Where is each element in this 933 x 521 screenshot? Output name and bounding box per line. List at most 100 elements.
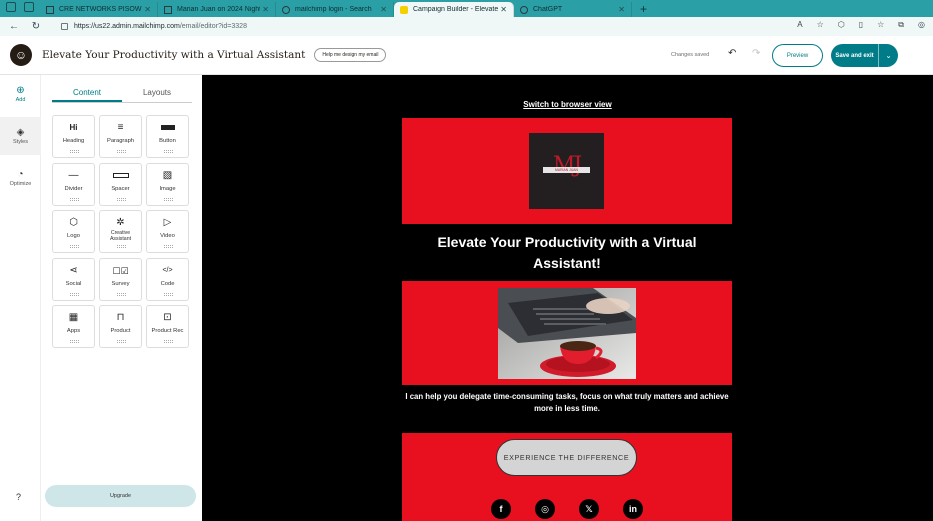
favorite-star-icon[interactable]: ☆ <box>817 20 824 30</box>
left-rail: ⊕ Add ◈ Styles ◔ Optimize ? <box>0 75 41 521</box>
save-status: Changes saved <box>671 52 710 58</box>
x-icon[interactable]: 𝕏 <box>579 499 599 519</box>
drag-handle[interactable] <box>117 293 126 296</box>
split-screen-icon[interactable]: ▯ <box>859 20 863 30</box>
collections-icon[interactable]: ⧉ <box>898 20 904 30</box>
browser-tab[interactable]: Marian Juan on 2024 Night Batch ✕ <box>158 2 276 17</box>
block-social[interactable]: ⋖ Social <box>52 258 95 301</box>
drag-handle[interactable] <box>164 245 173 248</box>
brand-logo-image[interactable]: MJ MARIAN JUAN <box>529 133 604 209</box>
help-design-button[interactable]: Help me design my email <box>314 48 387 62</box>
close-tab-icon[interactable]: ✕ <box>380 5 387 14</box>
drag-handle[interactable] <box>164 150 173 153</box>
spacer-icon <box>100 169 141 183</box>
url-field[interactable]: https://us22.admin.mailchimp.com/email/e… <box>61 20 247 34</box>
campaign-title[interactable]: Elevate Your Productivity with a Virtual… <box>42 49 305 61</box>
drag-handle[interactable] <box>70 245 79 248</box>
video-icon: ▷ <box>163 217 172 228</box>
drag-handle[interactable] <box>70 198 79 201</box>
block-code[interactable]: </> Code <box>146 258 189 301</box>
close-tab-icon[interactable]: ✕ <box>262 5 269 14</box>
preview-button[interactable]: Preview <box>772 44 823 67</box>
upgrade-button[interactable]: Upgrade <box>45 485 196 507</box>
save-and-exit-label: Save and exit <box>835 52 874 59</box>
browser-tab[interactable]: ChatGPT ✕ <box>514 2 632 17</box>
rail-add[interactable]: ⊕ Add <box>0 85 41 103</box>
address-bar: ← ↻ https://us22.admin.mailchimp.com/ema… <box>0 17 933 36</box>
product-rec-icon: ⊡ <box>163 312 172 323</box>
drag-handle[interactable] <box>117 150 126 153</box>
social-icon: ⋖ <box>69 265 78 276</box>
workspaces-icon[interactable] <box>24 2 34 12</box>
block-video[interactable]: ▷ Video <box>146 210 189 253</box>
block-spacer[interactable]: Spacer <box>99 163 142 206</box>
logo-section[interactable]: MJ MARIAN JUAN <box>402 118 732 224</box>
linkedin-icon[interactable]: in <box>623 499 643 519</box>
switch-to-browser-view-link[interactable]: Switch to browser view <box>202 100 933 109</box>
read-aloud-icon[interactable]: A <box>797 20 802 30</box>
close-tab-icon[interactable]: ✕ <box>500 5 507 14</box>
extension-icon[interactable]: ⬡ <box>838 20 845 30</box>
browser-tab-active[interactable]: Campaign Builder - Elevate Your ✕ <box>394 2 514 17</box>
profile-icon[interactable] <box>6 2 16 12</box>
browser-tab[interactable]: CRE NETWORKS PISOWIFI ✕ <box>40 2 158 17</box>
browser-toolbar: A ☆ ⬡ ▯ ☆ ⧉ ◎ <box>797 20 925 30</box>
rail-optimize[interactable]: ◔ Optimize <box>0 169 41 187</box>
paint-bucket-icon: ◈ <box>16 127 25 138</box>
drag-handle[interactable] <box>164 340 173 343</box>
email-headline[interactable]: Elevate Your Productivity with a Virtual… <box>402 232 732 274</box>
tab-layouts[interactable]: Layouts <box>122 88 192 102</box>
drag-handle[interactable] <box>164 293 173 296</box>
drag-handle[interactable] <box>117 245 126 248</box>
block-image[interactable]: ▧ Image <box>146 163 189 206</box>
block-button[interactable]: Button <box>146 115 189 158</box>
close-tab-icon[interactable]: ✕ <box>618 5 625 14</box>
experience-cta-button[interactable]: EXPERIENCE THE DIFFERENCE <box>496 439 637 476</box>
browser-tab[interactable]: mailchimp login - Search ✕ <box>276 2 394 17</box>
add-icon: ⊕ <box>16 85 25 96</box>
drag-handle[interactable] <box>164 198 173 201</box>
refresh-icon[interactable]: ↻ <box>25 21 47 32</box>
back-icon[interactable]: ← <box>3 21 25 32</box>
creative-assistant-icon: ✲ <box>116 217 125 228</box>
favorites-icon[interactable]: ☆ <box>877 20 884 30</box>
drag-handle[interactable] <box>117 198 126 201</box>
chevron-down-icon[interactable]: ⌄ <box>879 52 898 60</box>
block-creative-assistant[interactable]: ✲ Creative Assistant <box>99 210 142 253</box>
laptop-coffee-photo[interactable] <box>498 288 636 379</box>
block-apps[interactable]: ▦ Apps <box>52 305 95 348</box>
mailchimp-logo-icon[interactable]: ☺ <box>10 44 32 66</box>
help-icon[interactable]: ? <box>16 492 21 502</box>
drag-handle[interactable] <box>70 293 79 296</box>
brand-logo-text: MARIAN JUAN <box>543 167 590 173</box>
block-paragraph[interactable]: ≡ Paragraph <box>99 115 142 158</box>
block-product[interactable]: ⊓ Product <box>99 305 142 348</box>
cta-section[interactable]: EXPERIENCE THE DIFFERENCE f ◎ 𝕏 in <box>402 433 732 521</box>
search-icon <box>282 5 290 14</box>
drag-handle[interactable] <box>117 340 126 343</box>
save-and-exit-button[interactable]: Save and exit ⌄ <box>831 44 898 67</box>
apps-icon: ▦ <box>68 312 79 323</box>
new-tab-button[interactable]: + <box>632 2 655 17</box>
logo-icon: ⬡ <box>69 217 78 228</box>
block-product-rec[interactable]: ⊡ Product Rec <box>146 305 189 348</box>
redo-icon[interactable]: ↷ <box>752 48 760 59</box>
email-body-text[interactable]: I can help you delegate time-consuming t… <box>402 391 732 415</box>
window-controls <box>0 0 40 17</box>
image-section[interactable] <box>402 281 732 385</box>
block-logo[interactable]: ⬡ Logo <box>52 210 95 253</box>
block-survey[interactable]: ☐☑ Survey <box>99 258 142 301</box>
page-icon <box>46 5 54 14</box>
tab-content[interactable]: Content <box>52 88 122 102</box>
rail-styles[interactable]: ◈ Styles <box>0 127 41 145</box>
block-heading[interactable]: Hi Heading <box>52 115 95 158</box>
instagram-icon[interactable]: ◎ <box>535 499 555 519</box>
facebook-icon[interactable]: f <box>491 499 511 519</box>
drag-handle[interactable] <box>70 340 79 343</box>
editor-header: ☺ Elevate Your Productivity with a Virtu… <box>0 36 933 75</box>
undo-icon[interactable]: ↶ <box>728 48 736 59</box>
close-tab-icon[interactable]: ✕ <box>144 5 151 14</box>
drag-handle[interactable] <box>70 150 79 153</box>
copilot-icon[interactable]: ◎ <box>918 20 925 30</box>
block-divider[interactable]: — Divider <box>52 163 95 206</box>
